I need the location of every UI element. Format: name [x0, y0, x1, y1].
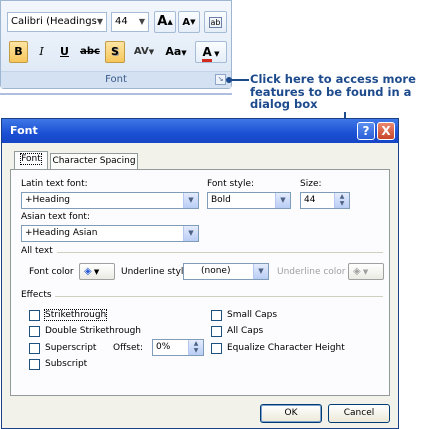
font-color-label: Font color — [29, 267, 74, 277]
font-style-label: Font style: — [207, 179, 255, 189]
offset-value: 0% — [156, 342, 171, 352]
effects-section-label: Effects — [21, 290, 52, 300]
underline-style-select[interactable]: (none) ▼ — [183, 263, 269, 280]
double-strikethrough-label[interactable]: Double Strikethrough — [45, 326, 141, 336]
callout-text: Click here to access more features to be… — [250, 72, 416, 111]
size-label: Size: — [300, 179, 322, 189]
callout-dot-start — [226, 77, 232, 83]
all-text-section-label: All text — [21, 246, 53, 256]
all-caps-label[interactable]: All Caps — [227, 326, 263, 336]
font-style-value: Bold — [211, 195, 231, 205]
size-value: 44 — [304, 195, 316, 205]
section-divider — [55, 296, 383, 297]
latin-font-select[interactable]: +Heading ▼ — [21, 192, 199, 209]
chevron-down-icon[interactable]: ▼ — [253, 264, 268, 279]
dialog-titlebar[interactable]: Font ? X — [2, 119, 398, 143]
latin-font-label: Latin text font: — [21, 179, 88, 189]
chevron-down-icon[interactable]: ▼ — [183, 226, 198, 241]
spinner-arrows-icon[interactable]: ▲ ▼ — [334, 193, 349, 208]
tab-font-label: Font — [20, 153, 42, 165]
double-strikethrough-checkbox[interactable] — [29, 326, 40, 337]
font-color-picker[interactable]: ◈ ▼ — [79, 263, 115, 280]
close-icon: X — [381, 124, 391, 138]
subscript-label[interactable]: Subscript — [45, 359, 87, 369]
offset-spinner[interactable]: 0% ▲ ▼ — [152, 339, 204, 356]
small-caps-checkbox[interactable] — [211, 310, 222, 321]
small-caps-label[interactable]: Small Caps — [227, 310, 277, 320]
all-caps-checkbox[interactable] — [211, 326, 222, 337]
font-tab-panel: Latin text font: Font style: Size: +Head… — [10, 169, 390, 396]
paint-bucket-icon: ◈ — [353, 266, 361, 277]
offset-label: Offset: — [113, 343, 144, 353]
superscript-label[interactable]: Superscript — [45, 343, 96, 353]
strikethrough-label[interactable]: Strikethrough — [43, 309, 108, 321]
equalize-height-label[interactable]: Equalize Character Height — [227, 343, 345, 353]
spinner-arrows-icon[interactable]: ▲ ▼ — [188, 340, 203, 355]
asian-font-select[interactable]: +Heading Asian ▼ — [21, 225, 199, 242]
underline-color-label: Underline color — [277, 267, 346, 277]
underline-style-value: (none) — [201, 266, 231, 276]
strikethrough-checkbox[interactable] — [29, 310, 40, 321]
cancel-button[interactable]: Cancel — [328, 404, 390, 423]
underline-color-picker: ◈ ▼ — [348, 263, 384, 280]
subscript-checkbox[interactable] — [29, 359, 40, 370]
font-dialog: Font ? X Font Character Spacing Latin te… — [1, 118, 399, 429]
superscript-checkbox[interactable] — [29, 343, 40, 354]
tab-font[interactable]: Font — [14, 151, 48, 169]
equalize-height-checkbox[interactable] — [211, 343, 222, 354]
help-button[interactable]: ? — [357, 122, 375, 140]
paint-bucket-icon: ◈ — [84, 266, 92, 277]
dialog-title: Font — [10, 124, 38, 137]
help-icon: ? — [362, 124, 370, 138]
tab-character-spacing[interactable]: Character Spacing — [50, 153, 138, 169]
chevron-down-icon[interactable]: ▼ — [183, 193, 198, 208]
font-style-select[interactable]: Bold ▼ — [207, 192, 291, 209]
underline-style-label: Underline style — [121, 267, 189, 277]
close-button[interactable]: X — [377, 122, 395, 140]
section-divider — [57, 252, 383, 253]
chevron-down-icon[interactable]: ▼ — [275, 193, 290, 208]
asian-font-value: +Heading Asian — [25, 228, 98, 238]
latin-font-value: +Heading — [25, 195, 70, 205]
asian-font-label: Asian text font: — [21, 212, 90, 222]
ok-button[interactable]: OK — [260, 404, 322, 423]
size-spinner[interactable]: 44 ▲ ▼ — [300, 192, 350, 209]
tab-character-spacing-label: Character Spacing — [52, 156, 136, 166]
